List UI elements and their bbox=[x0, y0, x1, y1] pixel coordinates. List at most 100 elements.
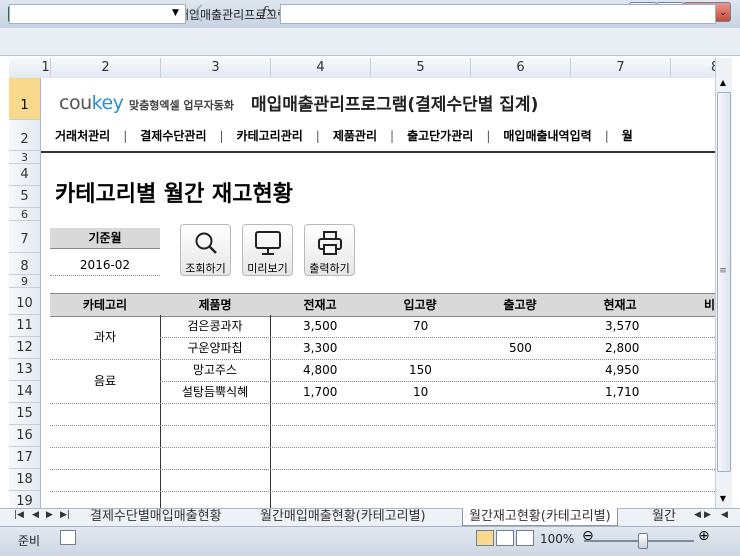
preview-button[interactable]: 미리보기 bbox=[242, 224, 293, 276]
inbound-cell[interactable] bbox=[413, 337, 513, 359]
outbound-cell[interactable] bbox=[509, 359, 609, 381]
prev-sheet-icon[interactable]: ◀ bbox=[32, 510, 39, 520]
nav-item-products[interactable]: 제품관리 bbox=[333, 127, 377, 144]
column-header[interactable]: 8 bbox=[671, 58, 715, 78]
formula-input[interactable] bbox=[280, 4, 716, 24]
row-header[interactable]: 1 bbox=[9, 78, 40, 120]
search-button[interactable]: 조회하기 bbox=[180, 224, 231, 276]
scroll-down-icon[interactable]: ▼ bbox=[717, 494, 729, 503]
row-header[interactable]: 10 bbox=[9, 288, 40, 315]
inbound-cell[interactable]: 70 bbox=[413, 315, 513, 337]
outbound-cell[interactable] bbox=[509, 315, 609, 337]
column-header[interactable]: 7 bbox=[571, 58, 671, 78]
name-box[interactable] bbox=[9, 4, 186, 24]
print-button[interactable]: 출력하기 bbox=[304, 224, 355, 276]
row-header[interactable]: 17 bbox=[9, 447, 40, 469]
nav-item-unit-prices[interactable]: 출고단가관리 bbox=[407, 127, 473, 144]
sheet-tab[interactable]: 결제수단별매입매출현황 bbox=[84, 508, 228, 525]
monitor-icon bbox=[254, 231, 281, 255]
outbound-cell[interactable]: 500 bbox=[509, 337, 609, 359]
macro-record-icon[interactable] bbox=[60, 530, 76, 545]
row-header[interactable]: 6 bbox=[9, 208, 40, 221]
zoom-in-icon[interactable]: ⊕ bbox=[698, 528, 710, 544]
period-value-cell[interactable]: 2016-02 bbox=[50, 255, 160, 276]
row-header[interactable]: 8 bbox=[9, 253, 40, 275]
current-stock-cell[interactable]: 4,950 bbox=[605, 359, 705, 381]
insert-function-icon[interactable]: fx bbox=[262, 4, 274, 22]
inbound-cell[interactable]: 10 bbox=[413, 381, 513, 403]
row-header[interactable]: 5 bbox=[9, 186, 40, 208]
column-header[interactable]: 2 bbox=[51, 58, 161, 78]
row-header[interactable]: 15 bbox=[9, 403, 40, 425]
row-header[interactable]: 4 bbox=[9, 164, 40, 186]
last-sheet-icon[interactable]: ▶| bbox=[60, 510, 70, 520]
row-header[interactable]: 16 bbox=[9, 425, 40, 447]
nav-item-categories[interactable]: 카테고리관리 bbox=[237, 127, 303, 144]
current-stock-cell[interactable]: 1,710 bbox=[605, 381, 705, 403]
status-mode: 준비 bbox=[18, 534, 41, 548]
tab-scroll-right-icon[interactable]: ▶ bbox=[704, 510, 711, 520]
category-cell[interactable]: 과자 bbox=[50, 326, 160, 348]
nav-item-transaction-entry[interactable]: 매입매출내역입력 bbox=[503, 127, 591, 144]
current-stock-cell[interactable]: 2,800 bbox=[605, 337, 705, 359]
page-layout-view-icon[interactable] bbox=[496, 530, 514, 546]
category-cell[interactable]: 음료 bbox=[50, 370, 160, 392]
prev-stock-cell[interactable]: 3,500 bbox=[303, 315, 403, 337]
column-heading-outbound: 출고량 bbox=[503, 298, 537, 312]
formula-bar bbox=[0, 28, 740, 56]
zoom-slider-thumb[interactable] bbox=[638, 533, 648, 549]
nav-divider bbox=[41, 151, 715, 153]
column-header[interactable]: 4 bbox=[271, 58, 371, 78]
column-heading-prev-stock: 전재고 bbox=[303, 298, 337, 312]
row-header[interactable]: 18 bbox=[9, 469, 40, 491]
row-header[interactable]: 7 bbox=[9, 221, 40, 253]
chevron-down-icon[interactable]: ▼ bbox=[172, 4, 179, 22]
sheet-tab[interactable]: 월간매입매출현황(카테고리별) bbox=[254, 508, 432, 525]
zoom-level[interactable]: 100% bbox=[540, 532, 574, 546]
vertical-scroll-thumb[interactable] bbox=[717, 92, 731, 472]
hscroll-left-icon[interactable]: ◀ bbox=[721, 510, 728, 520]
scroll-up-icon[interactable]: ▲ bbox=[717, 78, 729, 87]
prev-stock-cell[interactable]: 3,300 bbox=[303, 337, 403, 359]
column-heading-inbound: 입고량 bbox=[403, 298, 437, 312]
brand-tagline: 맞춤형엑셀 업무자동화 bbox=[129, 99, 235, 112]
row-header[interactable]: 12 bbox=[9, 337, 40, 359]
row-header[interactable]: 3 bbox=[9, 151, 40, 164]
column-header[interactable]: 3 bbox=[161, 58, 271, 78]
worksheet[interactable]: coukey 맞춤형엑셀 업무자동화 매입매출관리프로그램(결제수단별 집계) … bbox=[41, 78, 715, 508]
normal-view-icon[interactable] bbox=[476, 530, 494, 546]
nav-item-monthly[interactable]: 월 bbox=[622, 127, 633, 144]
column-header[interactable]: 6 bbox=[471, 58, 571, 78]
row-header[interactable]: 13 bbox=[9, 359, 40, 381]
product-cell[interactable]: 검은콩과자 bbox=[160, 315, 270, 337]
nav-item-clients[interactable]: 거래처관리 bbox=[55, 127, 110, 144]
product-cell[interactable]: 망고주스 bbox=[160, 359, 270, 381]
column-header-bar: 1 2 3 4 5 6 7 8 bbox=[9, 58, 715, 79]
row-header[interactable]: 2 bbox=[9, 120, 40, 151]
product-cell[interactable]: 구운양파칩 bbox=[160, 337, 270, 359]
sheet-tab[interactable]: 월간 bbox=[646, 508, 682, 525]
nav-separator: | bbox=[604, 129, 609, 143]
product-cell[interactable]: 설탕듬뿍식혜 bbox=[160, 381, 270, 403]
tab-scroll-left-icon[interactable]: ◀ bbox=[694, 510, 701, 520]
table-row-line bbox=[50, 469, 715, 470]
prev-stock-cell[interactable]: 1,700 bbox=[303, 381, 403, 403]
prev-stock-cell[interactable]: 4,800 bbox=[303, 359, 403, 381]
row-header[interactable]: 19 bbox=[9, 491, 40, 508]
row-header[interactable]: 14 bbox=[9, 381, 40, 403]
nav-item-payment-methods[interactable]: 결제수단관리 bbox=[140, 127, 206, 144]
sheet-tab-active[interactable]: 월간재고현황(카테고리별) bbox=[462, 508, 618, 526]
next-sheet-icon[interactable]: ▶ bbox=[46, 510, 53, 520]
outbound-cell[interactable] bbox=[509, 381, 609, 403]
first-sheet-icon[interactable]: |◀ bbox=[14, 510, 24, 520]
column-header[interactable]: 1 bbox=[41, 58, 51, 78]
column-header[interactable]: 5 bbox=[371, 58, 471, 78]
page-break-view-icon[interactable] bbox=[516, 530, 534, 546]
nav-separator: | bbox=[219, 129, 224, 143]
expand-formula-icon[interactable]: ⌄ bbox=[716, 4, 730, 22]
table-row-line bbox=[50, 403, 715, 404]
current-stock-cell[interactable]: 3,570 bbox=[605, 315, 705, 337]
row-header[interactable]: 11 bbox=[9, 315, 40, 337]
inbound-cell[interactable]: 150 bbox=[409, 359, 509, 381]
row-header[interactable]: 9 bbox=[9, 275, 40, 288]
